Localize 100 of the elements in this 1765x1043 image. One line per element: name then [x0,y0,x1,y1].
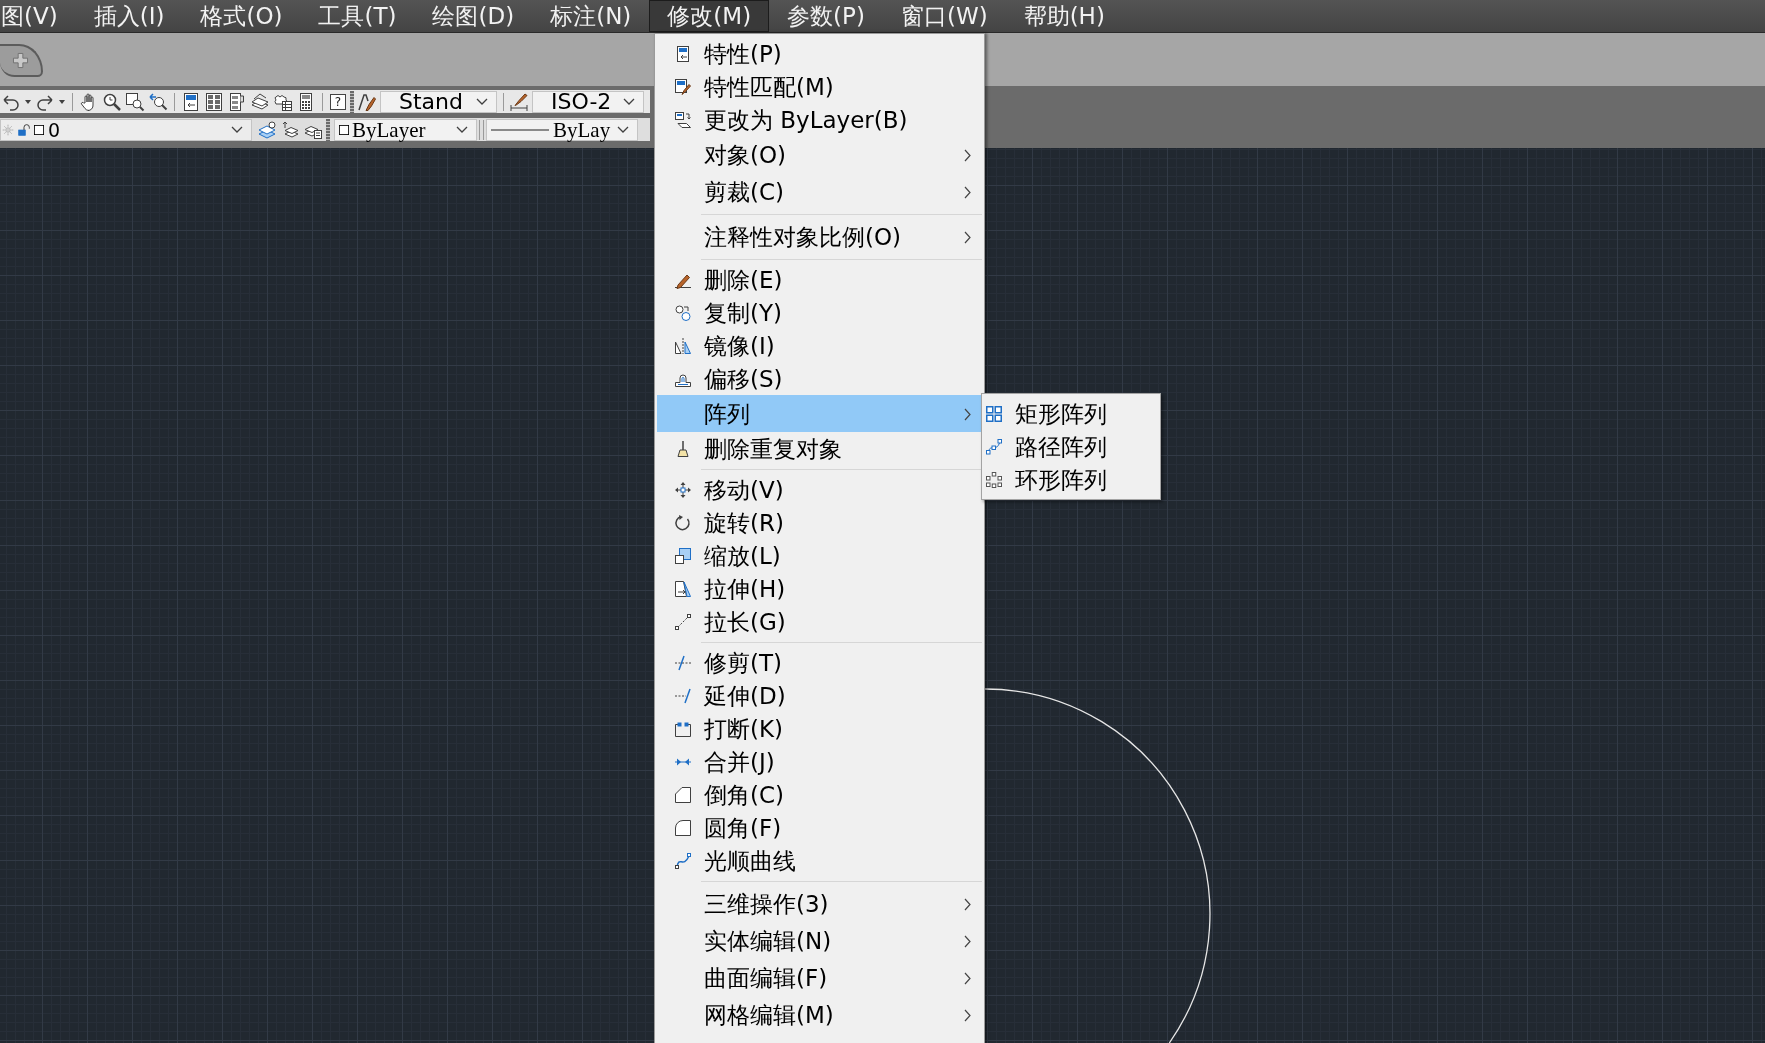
panel-icon [675,45,691,62]
padlock-icon [18,123,30,136]
cloud-table-icon[interactable] [274,92,292,111]
path-curve-icon [986,438,1002,455]
menu-item[interactable]: 对象(O) [657,136,982,173]
menu-item[interactable]: 合并(J) [657,745,982,778]
menu-item[interactable]: 剪裁(C) [657,173,982,210]
slash-brush-icon[interactable] [358,92,376,111]
menu-item[interactable]: 光顺曲线 [657,844,982,877]
menu-bar-item[interactable]: 插入(I) [75,0,183,32]
document-arrow-icon [675,111,691,128]
chamfer-corner-icon [675,786,691,803]
layer-stack-icon[interactable] [258,120,276,139]
menu-item[interactable]: 阵列 [657,395,982,432]
help-button[interactable]: ? [330,93,346,110]
color-swatch-icon [34,124,44,135]
menu-item[interactable]: 拉长(G) [657,605,982,638]
menu-item[interactable]: 打断(K) [657,712,982,745]
menu-item[interactable]: 偏移(S) [657,362,982,395]
rounded-corner-icon [675,819,691,836]
menu-bar-item[interactable]: 格式(O) [182,0,301,32]
menu-bar-item[interactable]: 图(V) [0,0,76,32]
menu-item[interactable]: 特性(P) [657,37,982,70]
redo-icon[interactable] [36,92,54,111]
circles-icon [675,304,691,321]
menu-item[interactable]: 注释性对象比例(O) [657,218,982,255]
menu-bar-item[interactable]: 修改(M) [649,0,770,32]
menu-item[interactable]: 路径阵列 [982,430,1160,463]
menu-bar-item[interactable]: 帮助(H) [1005,0,1123,32]
chevron-down-icon [456,126,468,133]
menu-item[interactable]: 网格编辑(M) [657,996,982,1033]
menu-item[interactable]: 镜像(I) [657,329,982,362]
circular-arrow-icon [675,514,691,531]
line-sample-icon [491,128,549,131]
menu-item[interactable]: 曲面编辑(F) [657,959,982,996]
mirror-triangles-icon [675,337,691,354]
undo-icon[interactable] [2,92,20,111]
menu-item[interactable]: 实体编辑(N) [657,922,982,959]
menu-item[interactable]: 倒角(C) [657,778,982,811]
caret-icon[interactable] [25,99,31,104]
chevron-right-icon [964,1008,971,1021]
text-style-dropdown[interactable]: Stand [380,90,497,113]
menu-item[interactable]: 三维操作(3) [657,885,982,922]
menu-item[interactable]: 延伸(D) [657,679,982,712]
menu-bar-item[interactable]: 参数(P) [769,0,883,32]
plus-icon [13,53,28,68]
menu-bar-item[interactable]: 绘图(D) [414,0,533,32]
menu-bar-item[interactable]: 工具(T) [300,0,415,32]
dimension-brush-icon[interactable] [510,92,528,111]
rectangle-magnifier-icon[interactable] [126,92,144,111]
color-dropdown[interactable]: ByLayer [334,118,477,141]
linetype-dropdown[interactable]: ByLay [486,118,638,141]
menu-item[interactable]: 特性匹配(M) [657,70,982,103]
chevron-down-icon [617,126,629,133]
menu-item[interactable]: 更改为 ByLayer(B) [657,103,982,136]
chevron-down-icon [476,98,488,105]
menu-item[interactable]: 删除(E) [657,263,982,296]
menu-item[interactable]: 圆角(F) [657,811,982,844]
chevron-right-icon [964,897,971,910]
menu-item[interactable]: 旋转(R) [657,506,982,539]
trim-line-icon [675,654,691,671]
menu-item[interactable]: 复制(Y) [657,296,982,329]
palette-panel-icon[interactable] [228,92,246,111]
new-tab-button[interactable] [0,44,43,77]
chevron-right-icon [964,407,971,420]
panel-icon[interactable] [182,92,200,111]
panel-brush-icon [675,78,691,95]
layer-dropdown[interactable]: 0 [0,118,252,141]
menu-item[interactable]: 删除重复对象 [657,432,982,465]
menu-item[interactable]: 移动(V) [657,473,982,506]
chevron-down-icon [231,126,243,133]
nested-squares-icon [675,547,691,564]
chevron-right-icon [964,971,971,984]
stacked-sheets-icon[interactable] [251,92,269,111]
menu-item[interactable]: 缩放(L) [657,539,982,572]
grid-squares-icon [986,405,1002,422]
chevron-right-icon [964,185,971,198]
sun-icon [2,123,14,136]
stretch-page-icon [675,580,691,597]
arrow-magnifier-icon[interactable] [149,92,167,111]
color-swatch-icon [339,124,349,135]
menu-item[interactable]: 修剪(T) [657,646,982,679]
grid-panel-icon[interactable] [205,92,223,111]
chevron-right-icon [964,230,971,243]
layer-arrow-icon[interactable] [281,120,299,139]
menu-item[interactable]: 矩形阵列 [982,397,1160,430]
chevron-right-icon [964,148,971,161]
menu-item[interactable]: 拉伸(H) [657,572,982,605]
break-rect-icon [675,720,691,737]
dimension-style-dropdown[interactable]: ISO-2 [532,90,644,113]
four-arrows-icon [675,481,691,498]
caret-icon[interactable] [59,99,65,104]
calculator-icon[interactable] [297,92,315,111]
chevron-down-icon [623,98,635,105]
chevron-right-icon [964,934,971,947]
menu-bar-item[interactable]: 标注(N) [532,0,650,32]
dashed-line-icon [675,613,691,630]
menu-bar-item[interactable]: 窗口(W) [882,0,1006,32]
magnifier-icon[interactable] [103,92,121,111]
menu-item[interactable]: 环形阵列 [982,463,1160,496]
